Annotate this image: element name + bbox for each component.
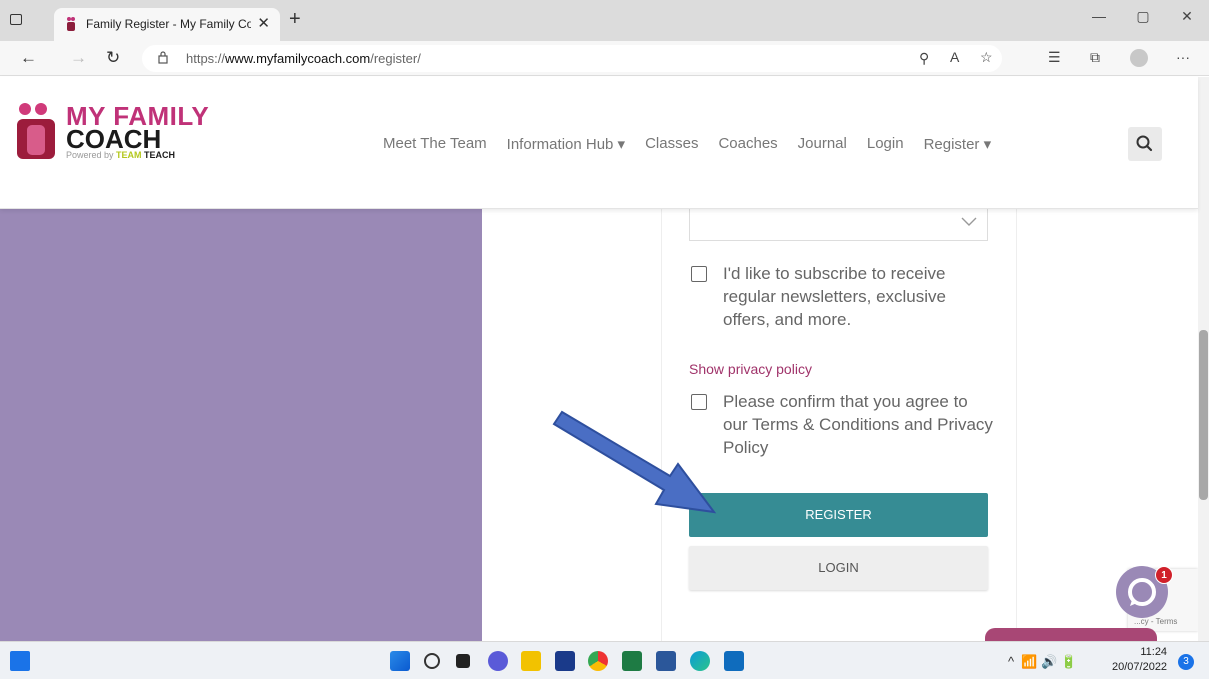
favorites-icon[interactable]: ☰ xyxy=(1048,49,1061,66)
nav-login[interactable]: Login xyxy=(867,135,904,153)
show-privacy-policy-link[interactable]: Show privacy policy xyxy=(689,361,812,377)
favorite-star-icon[interactable]: ☆ xyxy=(980,49,993,66)
register-button[interactable]: REGISTER xyxy=(689,493,988,537)
tab-close-icon[interactable]: ✕ xyxy=(257,14,270,32)
browser-tab-bar: Family Register - My Family Coac ✕ + — ▢… xyxy=(0,0,1209,41)
nav-meet-the-team[interactable]: Meet The Team xyxy=(383,135,487,153)
chat-unread-badge: 1 xyxy=(1155,566,1173,584)
minimize-button[interactable]: — xyxy=(1077,8,1121,32)
maximize-button[interactable]: ▢ xyxy=(1121,8,1165,32)
address-bar[interactable]: https://www.myfamilycoach.com/register/ … xyxy=(142,45,1002,72)
system-tray[interactable]: ^ 📶 🔊 🔋 xyxy=(1008,654,1077,670)
collections-icon[interactable]: ⧉ xyxy=(1090,49,1100,66)
store-icon[interactable] xyxy=(555,651,575,671)
browser-tab[interactable]: Family Register - My Family Coac ✕ xyxy=(54,8,280,41)
search-button[interactable] xyxy=(1128,127,1162,161)
more-menu-icon[interactable]: ··· xyxy=(1176,49,1190,65)
new-tab-button[interactable]: + xyxy=(289,8,301,31)
chevron-down-icon xyxy=(961,217,977,226)
file-explorer-icon[interactable] xyxy=(521,651,541,671)
newsletter-checkbox[interactable] xyxy=(691,266,707,282)
lock-icon xyxy=(158,51,168,64)
tab-title: Family Register - My Family Coac xyxy=(86,17,251,31)
site-favicon-icon xyxy=(67,17,75,31)
nav-classes[interactable]: Classes xyxy=(645,135,698,153)
search-icon xyxy=(1136,135,1153,152)
site-header: MY FAMILY COACH Powered by TEAM TEACH Me… xyxy=(0,77,1198,209)
newsletter-label: I'd like to subscribe to receive regular… xyxy=(723,264,946,329)
tab-actions-icon[interactable] xyxy=(10,14,22,25)
nav-coaches[interactable]: Coaches xyxy=(718,135,777,153)
clock[interactable]: 11:24 20/07/2022 xyxy=(1112,645,1167,675)
start-icon[interactable] xyxy=(390,651,410,671)
purple-panel xyxy=(0,209,482,641)
notification-badge[interactable]: 3 xyxy=(1178,654,1194,670)
family-logo-icon[interactable] xyxy=(17,101,57,161)
logo-powered-by: Powered by TEAM TEACH xyxy=(66,150,176,160)
task-view-icon[interactable] xyxy=(456,654,470,668)
windows-taskbar: ^ 📶 🔊 🔋 11:24 20/07/2022 3 xyxy=(0,641,1209,679)
chrome-icon[interactable] xyxy=(588,651,608,671)
annotation-arrow-icon xyxy=(552,410,717,514)
profile-avatar[interactable] xyxy=(1130,49,1148,67)
back-icon[interactable]: ← xyxy=(20,48,37,68)
terms-label: Please confirm that you agree to our Ter… xyxy=(723,392,993,457)
recaptcha-text: ...cy - Terms xyxy=(1134,617,1178,626)
close-window-button[interactable]: ✕ xyxy=(1165,8,1209,32)
edge-icon[interactable] xyxy=(690,651,710,671)
floating-tab[interactable] xyxy=(985,628,1157,641)
forward-icon[interactable]: → xyxy=(70,48,87,68)
word-icon[interactable] xyxy=(656,651,676,671)
teams-icon[interactable] xyxy=(488,651,508,671)
window-controls: — ▢ ✕ xyxy=(1077,8,1209,32)
url-text: https://www.myfamilycoach.com/register/ xyxy=(186,51,421,66)
refresh-icon[interactable]: ↻ xyxy=(106,48,120,68)
main-nav: Meet The Team Information Hub ▾ Classes … xyxy=(383,135,991,153)
clock-date: 20/07/2022 xyxy=(1112,661,1168,673)
address-toolbar: ← → ↻ https://www.myfamilycoach.com/regi… xyxy=(0,41,1209,76)
outlook-icon[interactable] xyxy=(724,651,744,671)
scrollbar-thumb[interactable] xyxy=(1199,330,1208,500)
excel-icon[interactable] xyxy=(622,651,642,671)
nav-register[interactable]: Register ▾ xyxy=(924,135,992,153)
read-aloud-icon[interactable]: A xyxy=(950,49,959,65)
widgets-icon[interactable] xyxy=(10,651,30,671)
key-icon[interactable]: ⚲ xyxy=(919,50,929,67)
nav-journal[interactable]: Journal xyxy=(798,135,847,153)
nav-information-hub[interactable]: Information Hub ▾ xyxy=(507,135,625,153)
form-select-field[interactable] xyxy=(689,209,988,241)
clock-time: 11:24 xyxy=(1140,646,1168,658)
search-taskbar-icon[interactable] xyxy=(424,653,440,669)
login-button[interactable]: LOGIN xyxy=(689,546,988,590)
